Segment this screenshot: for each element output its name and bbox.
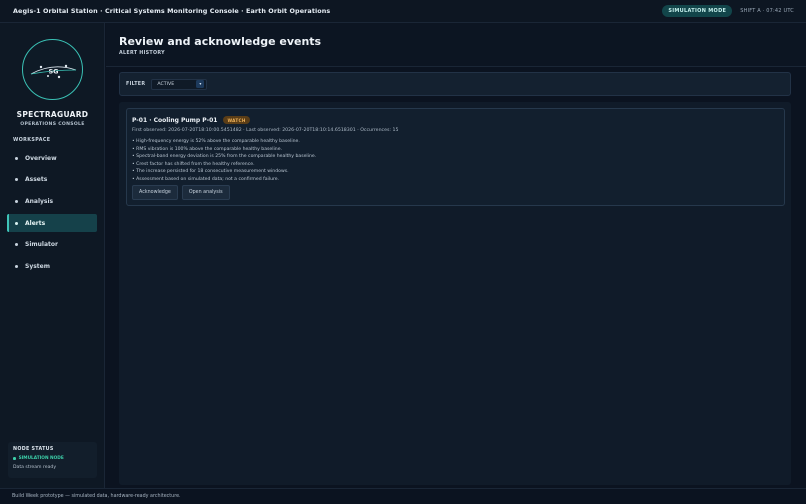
bullet-icon (15, 221, 18, 225)
sidebar-item-overview[interactable]: Overview (7, 149, 97, 167)
alert-meta: First observed: 2026-07-20T18:10:00.5451… (132, 128, 399, 133)
alert-finding: • Spectral-band energy deviation is 25% … (132, 154, 317, 160)
sidebar-item-simulator[interactable]: Simulator (7, 236, 97, 254)
footer: Build Week prototype — simulated data, h… (0, 488, 806, 504)
sidebar-item-assets[interactable]: Assets (7, 171, 97, 189)
sidebar: SG SPECTRAGUARD OPERATIONS CONSOLE WORKS… (0, 23, 105, 488)
bullet-icon (15, 199, 18, 203)
logo-monogram: SG (48, 68, 58, 76)
filter-bar: FILTER ACTIVE ▾ (119, 72, 791, 96)
top-bar-status: SIMULATION MODE SHIFT A · 07:42 UTC (662, 5, 794, 17)
sidebar-item-label: Assets (25, 176, 48, 184)
acknowledge-button[interactable]: Acknowledge (132, 185, 178, 200)
chevron-down-icon[interactable]: ▾ (196, 80, 205, 88)
node-status-heading: NODE STATUS (13, 447, 54, 452)
filter-label: FILTER (126, 81, 146, 87)
page-subtitle: ALERT HISTORY (119, 51, 165, 56)
sidebar-item-system[interactable]: System (7, 257, 97, 275)
alert-findings: • High-frequency energy is 52% above the… (132, 138, 316, 184)
alert-title: P-01 · Cooling Pump P-01 (132, 116, 218, 124)
simulation-mode-badge: SIMULATION MODE (662, 5, 733, 17)
workspace-label: WORKSPACE (13, 138, 51, 143)
bullet-icon (15, 178, 18, 182)
page-title: Review and acknowledge events (119, 35, 322, 48)
alert-finding: • RMS vibration is 100% above the compar… (132, 146, 282, 152)
filter-select[interactable]: ACTIVE ▾ (151, 78, 208, 90)
sidebar-nav: Overview Assets Analysis Alerts Simulato… (7, 149, 97, 279)
alert-finding: • Crest factor has shifted from the heal… (132, 161, 255, 167)
status-dot-icon (13, 457, 16, 460)
footer-text: Build Week prototype — simulated data, h… (12, 494, 181, 499)
severity-badge: WATCH (223, 116, 250, 124)
alert-title-row: P-01 · Cooling Pump P-01 WATCH (132, 116, 250, 124)
orbit-logo-icon: SG (30, 64, 77, 79)
alert-actions: Acknowledge Open analysis (132, 185, 230, 200)
node-mode: SIMULATION NODE (13, 456, 92, 461)
sidebar-item-label: System (25, 262, 50, 270)
bullet-icon (15, 243, 18, 247)
alert-finding: • Assessment based on simulated data; no… (132, 176, 280, 182)
sidebar-item-label: Overview (25, 154, 57, 162)
filter-selected-value: ACTIVE (157, 81, 175, 87)
sidebar-item-analysis[interactable]: Analysis (7, 192, 97, 210)
page-header: Review and acknowledge events ALERT HIST… (106, 23, 806, 67)
alert-card: P-01 · Cooling Pump P-01 WATCH First obs… (126, 108, 785, 206)
bullet-icon (15, 264, 18, 268)
top-bar: Aegis-1 Orbital Station · Critical Syste… (0, 0, 806, 23)
brand-subtitle: OPERATIONS CONSOLE (20, 122, 85, 127)
node-status-text: Data stream ready (13, 465, 57, 470)
alert-finding: • High-frequency energy is 52% above the… (132, 139, 300, 144)
sidebar-item-label: Simulator (25, 241, 58, 249)
sidebar-item-label: Alerts (25, 219, 46, 227)
node-mode-label: SIMULATION NODE (18, 456, 64, 461)
bullet-icon (15, 156, 18, 160)
node-status-card: NODE STATUS SIMULATION NODE Data stream … (8, 442, 97, 478)
shift-clock: SHIFT A · 07:42 UTC (740, 8, 794, 14)
sidebar-item-alerts[interactable]: Alerts (7, 214, 97, 233)
open-analysis-button[interactable]: Open analysis (181, 185, 230, 200)
alert-finding: • The increase persisted for 18 consecut… (132, 169, 289, 175)
sidebar-item-label: Analysis (25, 197, 54, 205)
brand-name: SPECTRAGUARD (16, 110, 89, 119)
app-title: Aegis-1 Orbital Station · Critical Syste… (13, 7, 331, 15)
spectraguard-logo: SG (22, 39, 83, 100)
